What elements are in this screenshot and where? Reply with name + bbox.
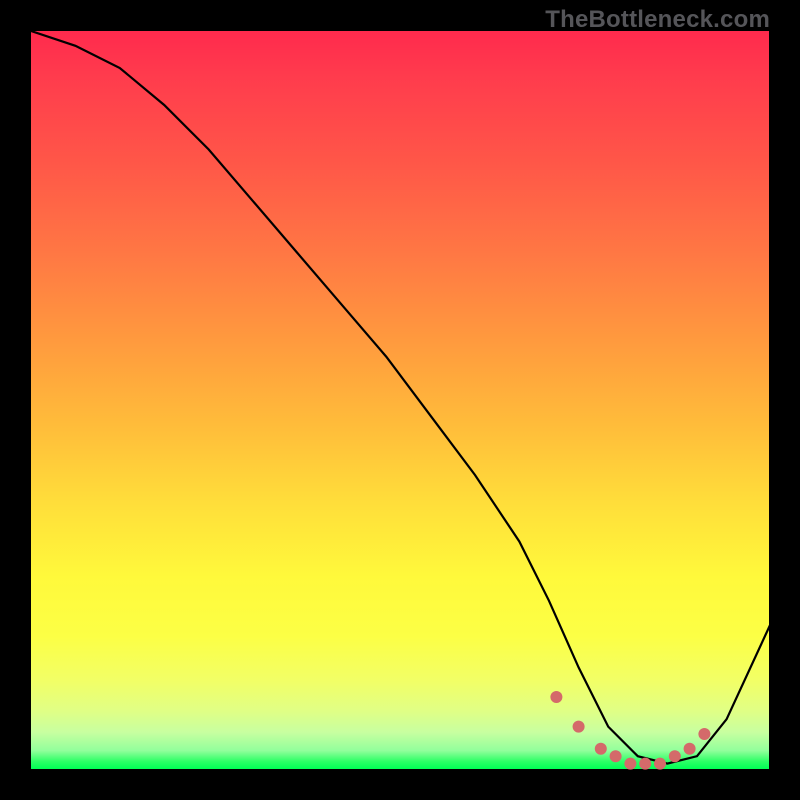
highlight-dot (595, 743, 607, 755)
highlight-dot (669, 750, 681, 762)
highlight-dot (624, 758, 636, 770)
highlight-dot (573, 721, 585, 733)
chart-svg (31, 31, 771, 771)
curve-line (31, 31, 771, 764)
highlight-dot (698, 728, 710, 740)
highlight-dot (684, 743, 696, 755)
highlight-dot (550, 691, 562, 703)
highlight-dot (654, 758, 666, 770)
highlight-dot (610, 750, 622, 762)
chart-frame: TheBottleneck.com (0, 0, 800, 800)
plot-area (30, 30, 770, 770)
highlight-dot (639, 758, 651, 770)
